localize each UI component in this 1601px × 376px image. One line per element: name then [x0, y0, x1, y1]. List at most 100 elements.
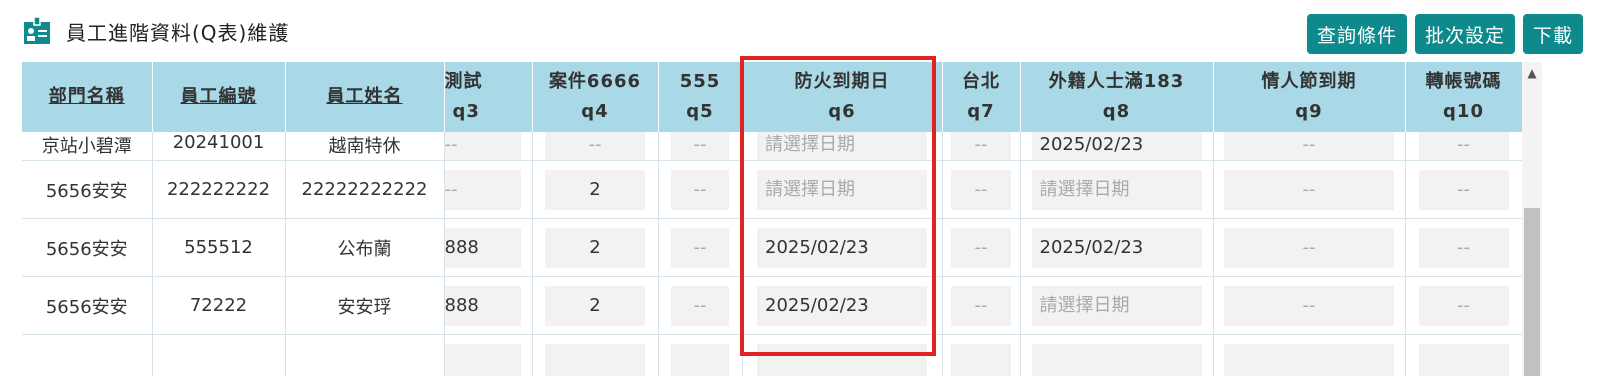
q10-input[interactable]: -- [1418, 169, 1509, 210]
q5-cell: -- [658, 276, 743, 335]
name-cell [285, 334, 445, 376]
q8-date-picker[interactable] [1031, 343, 1202, 376]
q10-input[interactable]: -- [1418, 132, 1509, 160]
q4-cell: 2 [532, 160, 659, 219]
q8-cell [1020, 334, 1214, 376]
page-header: 員工進階資料(Q表)維護 [22, 13, 289, 49]
q10-input[interactable]: -- [1418, 285, 1509, 326]
col-header-label: 測試 [444, 71, 483, 92]
q5-cell: -- [658, 132, 743, 161]
col-header-name[interactable]: 員工姓名 [285, 62, 445, 132]
q5-input[interactable]: -- [671, 169, 729, 210]
col-header-q8: 外籍人士滿183 q8 [1020, 62, 1214, 132]
data-grid: 部門名稱 員工編號 員工姓名 測試 q3 案件6666 q4 555 q5 防火到期日… [22, 62, 1522, 376]
col-header-code: q5 [686, 101, 714, 122]
q6-cell [742, 334, 943, 376]
q5-input[interactable]: -- [671, 285, 729, 326]
table-row: 5656安安 72222 安安琈 888 2 -- 2025/02/23 -- 請選擇日期 -- -… [22, 276, 1522, 335]
batch-settings-button[interactable]: 批次設定 [1414, 14, 1515, 54]
q3-input[interactable] [444, 343, 521, 376]
caret-up-icon[interactable]: ▲ [1522, 66, 1542, 82]
table-row: 5656安安 222222222 22222222222 -- 2 -- 請選擇日期 -- 請選… [22, 160, 1522, 219]
q10-cell: -- [1405, 132, 1522, 161]
dept-cell: 5656安安 [22, 160, 153, 219]
q7-input[interactable]: -- [951, 169, 1011, 210]
q4-cell: 2 [532, 218, 659, 277]
q3-input[interactable]: 888 [444, 285, 521, 326]
dept-cell [22, 334, 153, 376]
q6-date-picker[interactable] [757, 343, 927, 376]
q4-input[interactable]: 2 [545, 227, 645, 268]
q7-cell: -- [942, 276, 1021, 335]
col-header-q3: 測試 q3 [444, 62, 533, 132]
q10-cell [1405, 334, 1522, 376]
q9-input[interactable]: -- [1224, 227, 1394, 268]
q6-date-picker[interactable]: 請選擇日期 [757, 132, 927, 160]
scrollbar-thumb[interactable] [1524, 208, 1540, 376]
col-header-label[interactable]: 部門名稱 [49, 86, 125, 107]
q5-cell [658, 334, 743, 376]
q9-cell: -- [1213, 160, 1406, 219]
q3-input[interactable]: -- [444, 132, 521, 160]
vertical-scrollbar[interactable]: ▲ [1522, 62, 1542, 376]
q8-cell: 2025/02/23 [1020, 218, 1214, 277]
q4-input[interactable] [545, 343, 645, 376]
query-conditions-button[interactable]: 查詢條件 [1306, 14, 1407, 54]
col-header-label[interactable]: 員工姓名 [327, 86, 403, 107]
q4-input[interactable]: -- [545, 132, 645, 160]
q8-date-picker[interactable]: 2025/02/23 [1031, 227, 1202, 268]
col-header-label: 台北 [962, 71, 1000, 92]
q10-input[interactable]: -- [1418, 227, 1509, 268]
col-header-code: q9 [1295, 101, 1323, 122]
q6-cell: 2025/02/23 [742, 276, 943, 335]
dept-cell: 5656安安 [22, 218, 153, 277]
col-header-dept[interactable]: 部門名稱 [22, 62, 153, 132]
q5-input[interactable] [671, 343, 729, 376]
download-button[interactable]: 下載 [1522, 14, 1583, 54]
q9-input[interactable]: -- [1224, 285, 1394, 326]
q9-cell: -- [1213, 218, 1406, 277]
q7-input[interactable] [951, 343, 1011, 376]
q8-cell: 2025/02/23 [1020, 132, 1214, 161]
q9-input[interactable]: -- [1224, 132, 1394, 160]
q4-cell [532, 334, 659, 376]
q4-input[interactable]: 2 [545, 285, 645, 326]
q7-cell [942, 334, 1021, 376]
q9-input[interactable] [1224, 343, 1394, 376]
q8-date-picker[interactable]: 2025/02/23 [1031, 132, 1202, 160]
name-cell: 越南特休 [285, 132, 445, 161]
q6-cell: 請選擇日期 [742, 132, 943, 161]
q3-input[interactable]: -- [444, 169, 521, 210]
q6-cell: 2025/02/23 [742, 218, 943, 277]
q7-input[interactable]: -- [951, 227, 1011, 268]
q8-date-picker[interactable]: 請選擇日期 [1031, 169, 1202, 210]
col-header-code: q10 [1443, 101, 1484, 122]
q4-input[interactable]: 2 [545, 169, 645, 210]
q8-cell: 請選擇日期 [1020, 160, 1214, 219]
emp-no-cell: 20241001 [152, 132, 286, 161]
q7-input[interactable]: -- [951, 285, 1011, 326]
q3-cell: 888 [444, 218, 533, 277]
col-header-emp-no[interactable]: 員工編號 [152, 62, 286, 132]
q7-cell: -- [942, 132, 1021, 161]
q10-cell: -- [1405, 218, 1522, 277]
dept-cell: 京站小碧潭 [22, 132, 153, 161]
q7-cell: -- [942, 218, 1021, 277]
q6-date-picker[interactable]: 2025/02/23 [757, 285, 927, 326]
table-row [22, 334, 1522, 376]
q6-date-picker[interactable]: 請選擇日期 [757, 169, 927, 210]
q10-input[interactable] [1418, 343, 1509, 376]
q9-cell: -- [1213, 132, 1406, 161]
name-cell: 22222222222 [285, 160, 445, 219]
emp-no-cell [152, 334, 286, 376]
name-cell: 安安琈 [285, 276, 445, 335]
q5-input[interactable]: -- [671, 132, 729, 160]
q3-input[interactable]: 888 [444, 227, 521, 268]
q6-date-picker[interactable]: 2025/02/23 [757, 227, 927, 268]
col-header-q7: 台北 q7 [942, 62, 1021, 132]
q5-input[interactable]: -- [671, 227, 729, 268]
q7-input[interactable]: -- [951, 132, 1011, 160]
col-header-label[interactable]: 員工編號 [181, 86, 257, 107]
q9-input[interactable]: -- [1224, 169, 1394, 210]
q8-date-picker[interactable]: 請選擇日期 [1031, 285, 1202, 326]
